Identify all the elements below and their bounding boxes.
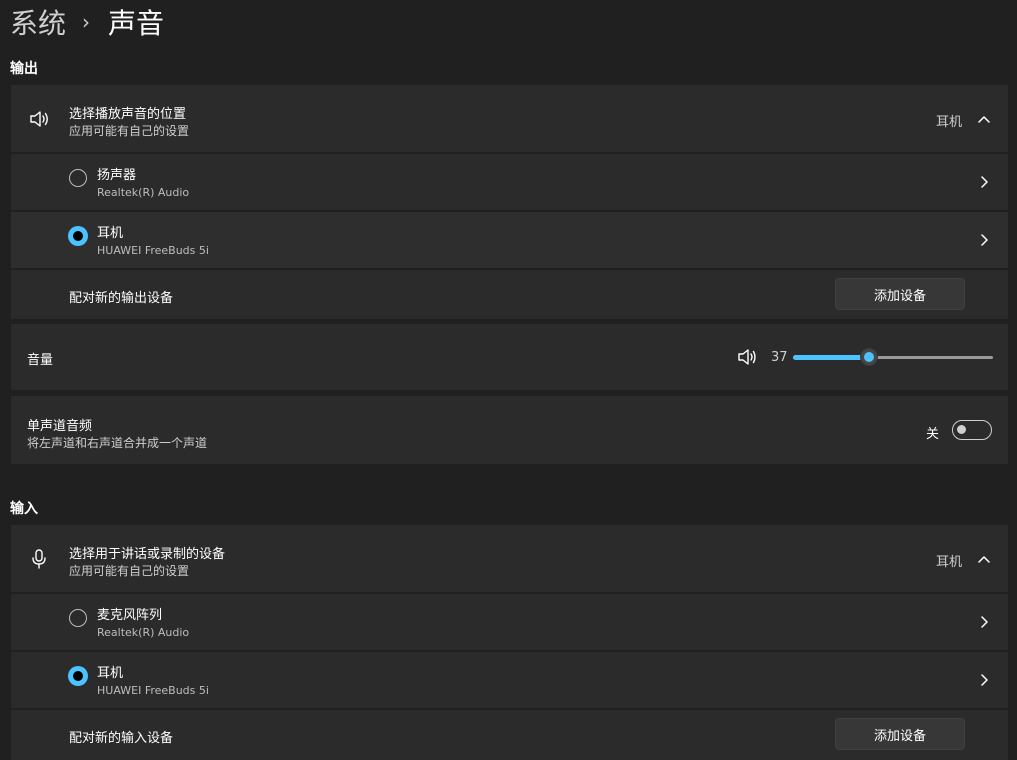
device-detail: HUAWEI FreeBuds 5i xyxy=(97,684,209,697)
mono-audio-toggle[interactable] xyxy=(952,420,992,440)
radio-button-selected[interactable] xyxy=(68,226,88,246)
breadcrumb: 系统 › 声音 xyxy=(10,2,164,42)
mono-audio-title: 单声道音频 xyxy=(27,419,93,434)
speaker-icon xyxy=(27,107,51,131)
pair-input-device-row: 配对新的输入设备 添加设备 xyxy=(11,710,1008,760)
volume-slider[interactable] xyxy=(793,347,993,367)
volume-label: 音量 xyxy=(27,353,54,368)
output-selected-value: 耳机 xyxy=(936,115,963,130)
output-choose-subtitle: 应用可能有自己的设置 xyxy=(69,124,190,138)
chevron-right-icon[interactable] xyxy=(977,672,991,688)
output-device-card: 选择播放声音的位置 应用可能有自己的设置 耳机 扬声器 Realtek(R) A… xyxy=(11,85,1008,319)
volume-speaker-icon[interactable] xyxy=(736,347,758,367)
chevron-up-icon[interactable] xyxy=(976,111,992,127)
add-output-device-button[interactable]: 添加设备 xyxy=(835,278,965,310)
radio-button-unselected[interactable] xyxy=(69,609,87,627)
input-section-title: 输入 xyxy=(10,501,38,517)
add-input-device-button[interactable]: 添加设备 xyxy=(835,718,965,750)
mono-audio-card: 单声道音频 将左声道和右声道合并成一个声道 关 xyxy=(11,396,1008,464)
page-title: 声音 xyxy=(108,7,165,40)
pair-output-device-label: 配对新的输出设备 xyxy=(69,291,174,306)
breadcrumb-separator-icon: › xyxy=(82,10,91,34)
slider-thumb[interactable] xyxy=(860,348,878,366)
device-detail: Realtek(R) Audio xyxy=(97,626,190,639)
slider-fill xyxy=(793,355,869,360)
input-choose-title: 选择用于讲话或录制的设备 xyxy=(69,547,226,562)
input-choose-subtitle: 应用可能有自己的设置 xyxy=(69,564,190,578)
breadcrumb-parent-link[interactable]: 系统 xyxy=(10,2,66,42)
volume-value: 37 xyxy=(771,350,788,365)
chevron-up-icon[interactable] xyxy=(976,551,992,567)
device-name: 耳机 xyxy=(97,226,124,241)
output-choose-title: 选择播放声音的位置 xyxy=(69,107,187,122)
device-detail: Realtek(R) Audio xyxy=(97,186,190,199)
input-device-card: 选择用于讲话或录制的设备 应用可能有自己的设置 耳机 麦克风阵列 Realtek… xyxy=(11,525,1008,760)
chevron-right-icon[interactable] xyxy=(977,614,991,630)
output-device-option-headphones[interactable]: 耳机 HUAWEI FreeBuds 5i xyxy=(11,212,1008,268)
output-section-title: 输出 xyxy=(10,61,38,77)
input-device-option-mic-array[interactable]: 麦克风阵列 Realtek(R) Audio xyxy=(11,594,1008,650)
microphone-icon xyxy=(27,547,51,571)
chevron-right-icon[interactable] xyxy=(977,174,991,190)
device-name: 麦克风阵列 xyxy=(97,608,163,623)
input-device-option-headphones[interactable]: 耳机 HUAWEI FreeBuds 5i xyxy=(11,652,1008,708)
volume-card: 音量 37 xyxy=(11,324,1008,390)
mono-audio-subtitle: 将左声道和右声道合并成一个声道 xyxy=(27,436,208,450)
pair-output-device-row: 配对新的输出设备 添加设备 xyxy=(11,270,1008,319)
pair-input-device-label: 配对新的输入设备 xyxy=(69,731,174,746)
radio-button-selected[interactable] xyxy=(68,666,88,686)
device-name: 耳机 xyxy=(97,666,124,681)
chevron-right-icon[interactable] xyxy=(977,232,991,248)
device-name: 扬声器 xyxy=(97,168,137,183)
radio-button-unselected[interactable] xyxy=(69,169,87,187)
device-detail: HUAWEI FreeBuds 5i xyxy=(97,244,209,257)
output-choose-header[interactable]: 选择播放声音的位置 应用可能有自己的设置 耳机 xyxy=(11,85,1008,152)
mono-audio-state: 关 xyxy=(926,427,940,442)
input-choose-header[interactable]: 选择用于讲话或录制的设备 应用可能有自己的设置 耳机 xyxy=(11,525,1008,592)
input-selected-value: 耳机 xyxy=(936,555,963,570)
output-device-option-speaker[interactable]: 扬声器 Realtek(R) Audio xyxy=(11,154,1008,210)
